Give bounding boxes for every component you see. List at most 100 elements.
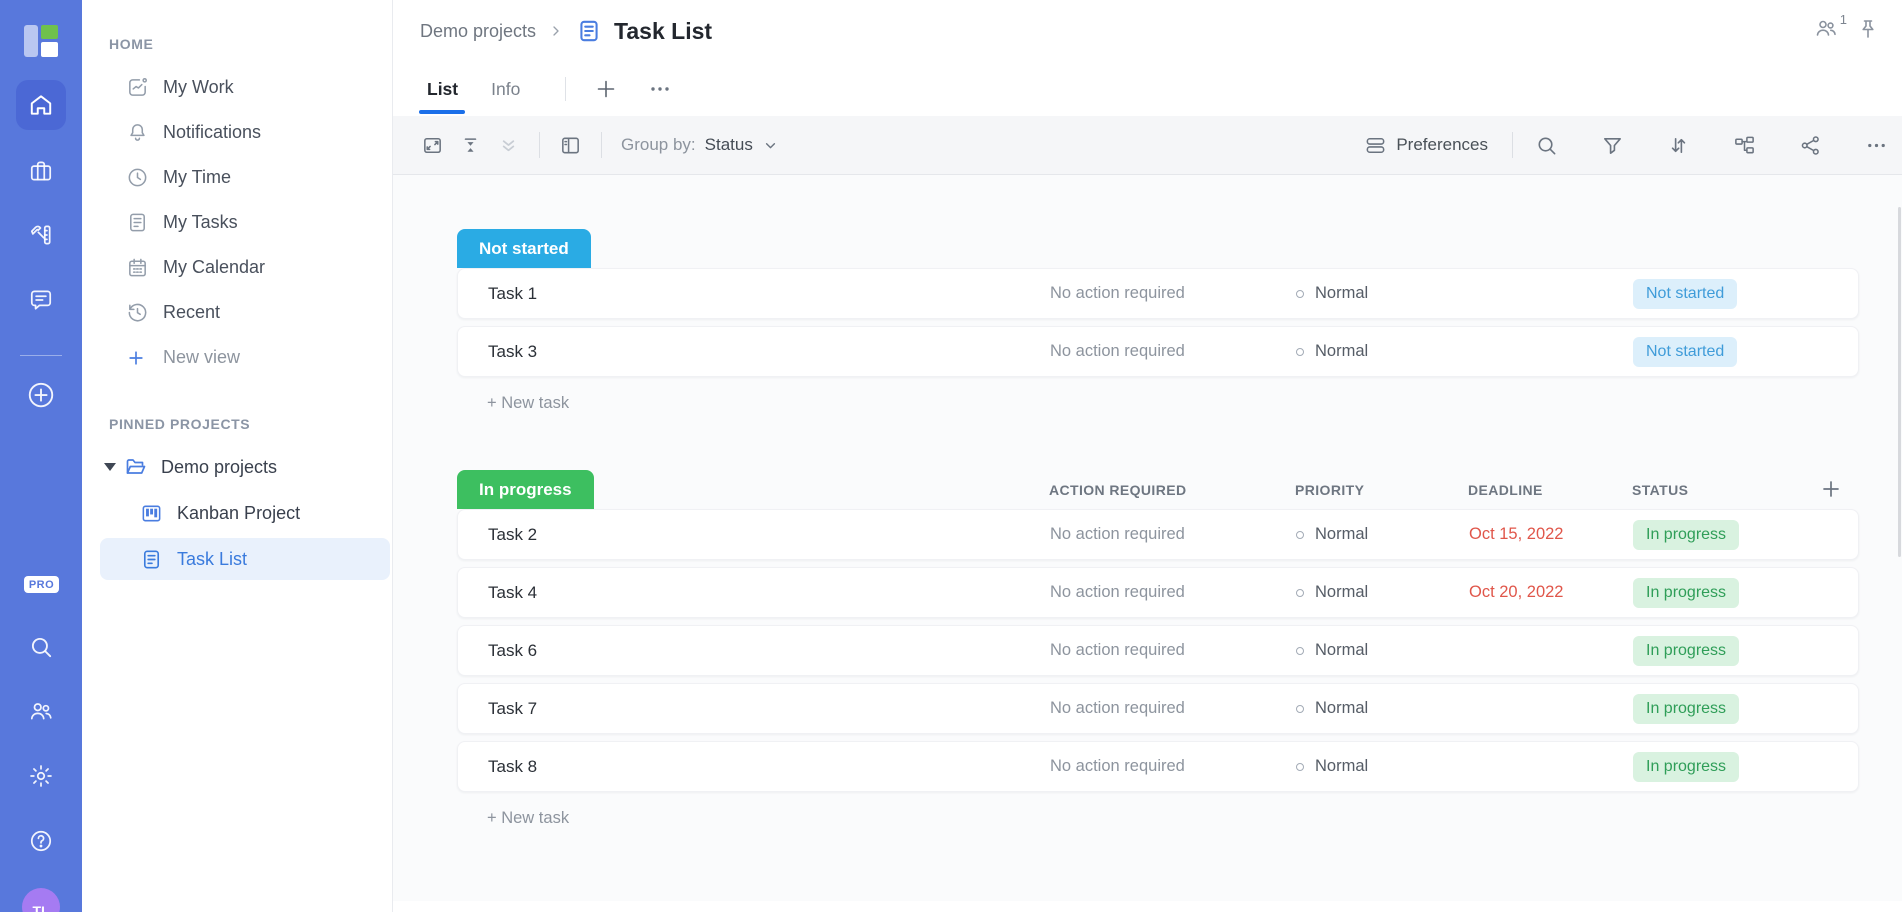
collapse-groups-button[interactable] [459, 134, 482, 157]
search-icon [28, 634, 54, 660]
task-deadline: Oct 15, 2022 [1469, 525, 1633, 544]
breadcrumb-parent[interactable]: Demo projects [420, 21, 536, 42]
logo-shape [24, 25, 38, 57]
sidebar-item-my-time[interactable]: My Time [82, 155, 392, 200]
task-row[interactable]: Task 4No action requiredNormalOct 20, 20… [457, 567, 1859, 618]
task-name: Task 3 [458, 342, 1050, 362]
sidebar-project-demo-projects[interactable]: Demo projects [82, 444, 392, 490]
status-badge: In progress [1633, 636, 1739, 666]
collapse-vertical-icon [459, 134, 482, 157]
task-action: No action required [1050, 757, 1296, 776]
user-avatar[interactable]: TL [22, 888, 60, 912]
task-row[interactable]: Task 7No action requiredNormalIn progres… [457, 683, 1859, 734]
rail-home-button[interactable] [0, 80, 82, 130]
rail-create-button[interactable] [0, 380, 82, 410]
rail-tools-button[interactable] [0, 222, 82, 248]
chevron-right-icon [548, 23, 564, 39]
tabs-more-button[interactable] [648, 77, 672, 101]
sidebar-item-my-tasks[interactable]: My Tasks [82, 200, 392, 245]
group-status-chip[interactable]: Not started [457, 229, 591, 268]
pin-icon [1856, 17, 1880, 41]
task-list-icon [576, 18, 602, 44]
task-action: No action required [1050, 342, 1296, 361]
home-icon [16, 80, 66, 130]
chat-icon [28, 287, 54, 313]
task-name: Task 8 [458, 757, 1050, 777]
page-title: Task List [614, 18, 712, 45]
search-tasks-button[interactable] [1535, 134, 1558, 157]
group-by-control[interactable]: Group by: Status [621, 135, 779, 155]
add-column-button[interactable] [1819, 477, 1843, 501]
preferences-icon [1364, 134, 1387, 157]
briefcase-icon [28, 158, 54, 184]
status-badge: Not started [1633, 279, 1737, 309]
add-view-button[interactable] [594, 77, 618, 101]
expand-rows-button[interactable] [421, 134, 444, 157]
task-row[interactable]: Task 1No action requiredNormalNot starte… [457, 268, 1859, 319]
task-priority: Normal [1296, 757, 1469, 776]
task-priority: Normal [1296, 284, 1469, 303]
pin-button[interactable] [1856, 17, 1880, 46]
column-header: ACTION REQUIRED [1049, 482, 1295, 498]
sidebar-new-view-button[interactable]: New view [82, 335, 392, 380]
filter-button[interactable] [1601, 134, 1624, 157]
people-icon [1814, 16, 1838, 40]
more-options-button[interactable] [1865, 134, 1888, 157]
group-by-value: Status [705, 135, 753, 155]
logo-shape [41, 42, 58, 57]
sidebar-item-my-work[interactable]: My Work [82, 65, 392, 110]
sidebar-item-label: My Calendar [163, 257, 265, 278]
task-row[interactable]: Task 3No action requiredNormalNot starte… [457, 326, 1859, 377]
sidebar-item-recent[interactable]: Recent [82, 290, 392, 335]
expand-all-button[interactable] [497, 134, 520, 157]
task-priority: Normal [1296, 641, 1469, 660]
sort-button[interactable] [1667, 134, 1690, 157]
scrollbar[interactable] [1898, 207, 1901, 557]
history-icon [126, 301, 149, 324]
bell-icon [126, 121, 149, 144]
view-tabs: List Info [393, 62, 1902, 116]
sidebar-item-notifications[interactable]: Notifications [82, 110, 392, 155]
task-row[interactable]: Task 2No action requiredNormalOct 15, 20… [457, 509, 1859, 560]
rail-search-button[interactable] [0, 634, 82, 660]
resize-icon [421, 134, 444, 157]
new-task-button[interactable]: + New task [487, 809, 569, 828]
status-badge: In progress [1633, 694, 1739, 724]
column-header: PRIORITY [1295, 482, 1468, 498]
preferences-button[interactable]: Preferences [1364, 134, 1488, 157]
rail-settings-button[interactable] [0, 763, 82, 789]
new-task-button[interactable]: + New task [487, 394, 569, 413]
group-header: Not started [457, 229, 1859, 268]
rail-help-button[interactable] [0, 828, 82, 854]
task-rows: Task 2No action requiredNormalOct 15, 20… [457, 509, 1859, 792]
priority-icon [1296, 589, 1304, 597]
caret-down-icon[interactable] [104, 463, 116, 471]
sidebar-project-kanban[interactable]: Kanban Project [100, 490, 390, 536]
app-logo[interactable] [24, 25, 59, 57]
subtasks-tree-button[interactable] [1733, 134, 1756, 157]
collaborators-button[interactable]: 1 [1814, 16, 1838, 45]
sidebar-item-my-calendar[interactable]: My Calendar [82, 245, 392, 290]
kanban-icon [140, 502, 163, 525]
active-tab-underline [419, 110, 465, 114]
toggle-panel-button[interactable] [559, 134, 582, 157]
task-group: Not startedTask 1No action requiredNorma… [457, 229, 1859, 413]
rail-messenger-button[interactable] [0, 287, 82, 313]
task-row[interactable]: Task 8No action requiredNormal In progres… [457, 741, 1859, 792]
status-badge: In progress [1633, 752, 1739, 782]
share-button[interactable] [1799, 134, 1822, 157]
gear-icon [28, 763, 54, 789]
group-header: ACTION REQUIREDPRIORITYDEADLINESTATUSIn … [457, 470, 1859, 509]
priority-icon [1296, 290, 1304, 298]
tab-list[interactable]: List [427, 79, 458, 100]
sidebar-project-task-list[interactable]: Task List [100, 538, 390, 580]
pro-badge[interactable]: PRO [24, 576, 59, 593]
task-row[interactable]: Task 6No action requiredNormalIn progres… [457, 625, 1859, 676]
rail-projects-button[interactable] [0, 158, 82, 184]
status-badge: Not started [1633, 337, 1737, 367]
people-icon [28, 698, 54, 724]
priority-icon [1296, 647, 1304, 655]
tab-info[interactable]: Info [491, 79, 520, 100]
side-panel-icon [559, 134, 582, 157]
rail-team-button[interactable] [0, 698, 82, 724]
